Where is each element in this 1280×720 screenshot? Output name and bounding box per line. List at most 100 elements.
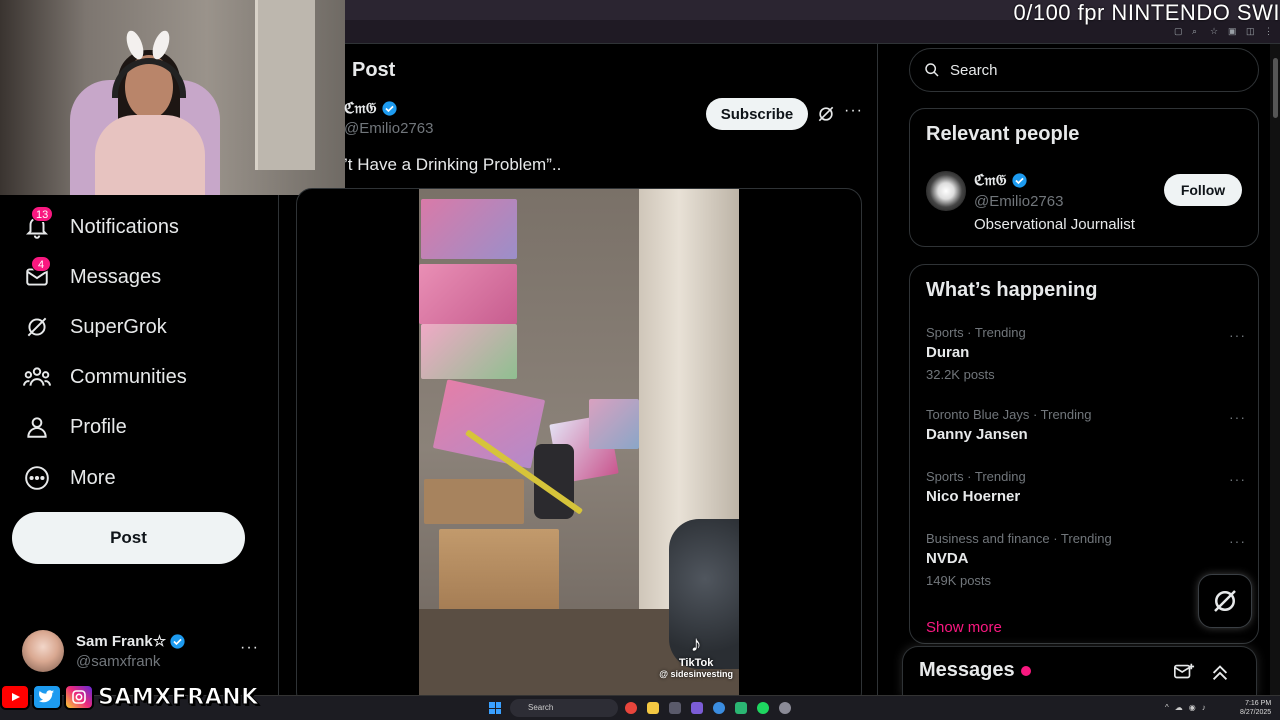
zoom-icon[interactable]: ⌕	[1192, 26, 1202, 36]
panel-title: What’s happening	[926, 279, 1098, 301]
nav-item-notifications[interactable]: 13 Notifications	[22, 206, 179, 247]
more-options-icon[interactable]: ···	[1229, 327, 1246, 343]
system-tray-icons[interactable]: ^☁◉♪	[1165, 703, 1212, 712]
nav-item-more[interactable]: More	[22, 458, 116, 498]
trend-item[interactable]: Toronto Blue Jays · Trending Danny Janse…	[926, 407, 1246, 467]
verified-badge-icon	[1011, 172, 1027, 188]
settings-icon[interactable]	[779, 702, 791, 714]
chrome-icon[interactable]	[625, 702, 637, 714]
streamer-handle: SAMXFRANK	[98, 684, 259, 710]
post-more-button[interactable]: ···	[844, 102, 863, 120]
relevant-people-panel: Relevant people ℭ𝔪𝔊 @Emilio2763 Observat…	[909, 108, 1259, 247]
trend-item[interactable]: Sports · Trending Duran 32.2K posts ···	[926, 325, 1246, 385]
panel-title: Relevant people	[926, 123, 1080, 145]
star-icon[interactable]: ☆	[1210, 26, 1220, 36]
nav-label: SuperGrok	[70, 315, 167, 338]
subscribe-button[interactable]: Subscribe	[706, 98, 808, 130]
nav-label: More	[70, 466, 116, 489]
file-explorer-icon[interactable]	[647, 702, 659, 714]
author-name: ℭ𝔪𝔊	[344, 99, 377, 117]
instagram-icon	[64, 684, 94, 710]
person-bio: Observational Journalist	[974, 216, 1135, 233]
video-frame-box	[421, 199, 517, 259]
account-switcher[interactable]: Sam Frank☆ @samxfrank ···	[22, 627, 267, 675]
author-name-row[interactable]: ℭ𝔪𝔊	[344, 99, 398, 117]
video-player[interactable]: ♪ TikTok @ sidesinvesting	[419, 189, 739, 707]
notification-count-badge: 13	[31, 206, 54, 222]
taskbar-search[interactable]: Search	[510, 699, 618, 717]
app-icon[interactable]	[691, 702, 703, 714]
extension-icon[interactable]: ▣	[1228, 26, 1238, 36]
avatar	[22, 630, 64, 672]
more-options-icon[interactable]: ···	[240, 639, 259, 657]
spotify-icon[interactable]	[757, 702, 769, 714]
page-scrollbar[interactable]	[1270, 44, 1280, 695]
taskbar-clock[interactable]: 7:16 PM 8/27/2025	[1240, 699, 1271, 717]
messages-drawer[interactable]: Messages	[902, 646, 1257, 696]
nav-item-communities[interactable]: Communities	[22, 357, 187, 397]
verified-badge-icon	[170, 633, 185, 649]
search-icon	[925, 63, 939, 77]
more-circle-icon	[22, 463, 52, 493]
video-frame-box	[589, 399, 639, 449]
person-handle: @Emilio2763	[974, 193, 1064, 210]
author-handle[interactable]: @Emilio2763	[344, 120, 433, 137]
nav-item-supergrok[interactable]: SuperGrok	[22, 307, 167, 347]
account-name: Sam Frank☆	[76, 633, 167, 650]
follow-button[interactable]: Follow	[1164, 174, 1242, 206]
video-frame-box	[439, 529, 559, 619]
nav-label: Messages	[70, 265, 162, 288]
more-options-icon[interactable]: ···	[1229, 533, 1246, 549]
unread-dot	[1021, 666, 1031, 676]
communities-icon	[22, 362, 52, 392]
bunny-ears	[123, 28, 173, 62]
compose-message-icon[interactable]	[1173, 661, 1195, 683]
verified-badge-icon	[381, 100, 397, 116]
browser-extension-icons: ▢ ⌕ ☆ ▣ ◫ ⋮	[1174, 26, 1274, 36]
envelope-icon: 4	[22, 256, 52, 292]
extension-icon[interactable]: ▢	[1174, 26, 1184, 36]
more-options-icon[interactable]: ···	[1229, 409, 1246, 425]
grok-icon	[22, 312, 52, 342]
account-handle: @samxfrank	[76, 653, 161, 670]
social-media-banner: SAMXFRANK	[0, 683, 259, 711]
person-name: ℭ𝔪𝔊	[974, 171, 1007, 189]
search-bar[interactable]	[909, 48, 1259, 92]
post-detail-column: Post ℭ𝔪𝔊 @Emilio2763 Subscribe ··· ’t Ha…	[280, 44, 878, 708]
app-icon[interactable]	[669, 702, 681, 714]
streamer-body	[95, 115, 205, 195]
person-icon	[22, 412, 52, 442]
windows-start-icon[interactable]	[489, 702, 501, 714]
more-options-icon[interactable]: ···	[1229, 471, 1246, 487]
messages-drawer-title: Messages	[919, 659, 1015, 681]
video-frame-box	[419, 264, 517, 324]
stream-goal-overlay: 0/100 fpr NINTENDO SWI	[1013, 0, 1280, 25]
trend-item[interactable]: Sports · Trending Nico Hoerner ···	[926, 469, 1246, 529]
twitter-icon	[32, 684, 62, 710]
app-icon[interactable]	[735, 702, 747, 714]
browser-icon[interactable]	[713, 702, 725, 714]
post-media[interactable]: ♪ TikTok @ sidesinvesting	[296, 188, 862, 708]
grok-floating-button[interactable]	[1198, 574, 1252, 628]
tiktok-watermark: ♪ TikTok @ sidesinvesting	[659, 631, 733, 679]
page-title: Post	[352, 59, 396, 81]
nav-label: Profile	[70, 415, 127, 438]
post-text: ’t Have a Drinking Problem”..	[344, 155, 562, 174]
video-frame-box	[421, 324, 517, 379]
grok-icon[interactable]	[816, 104, 836, 124]
avatar[interactable]	[926, 171, 966, 211]
scrollbar-thumb[interactable]	[1273, 58, 1278, 118]
left-navigation: 13 Notifications 4 Messages SuperGrok Co…	[0, 195, 279, 720]
show-more-link[interactable]: Show more	[926, 619, 1002, 636]
nav-item-messages[interactable]: 4 Messages	[22, 256, 162, 297]
chevron-up-icon[interactable]	[1209, 661, 1231, 683]
video-frame-box	[424, 479, 524, 524]
search-input[interactable]	[950, 61, 1230, 79]
bell-icon: 13	[22, 206, 54, 242]
nav-item-profile[interactable]: Profile	[22, 407, 127, 447]
grok-icon	[1214, 590, 1236, 612]
menu-icon[interactable]: ⋮	[1264, 26, 1274, 36]
nav-label: Notifications	[70, 215, 179, 238]
post-button[interactable]: Post	[12, 512, 245, 564]
extension-icon[interactable]: ◫	[1246, 26, 1256, 36]
